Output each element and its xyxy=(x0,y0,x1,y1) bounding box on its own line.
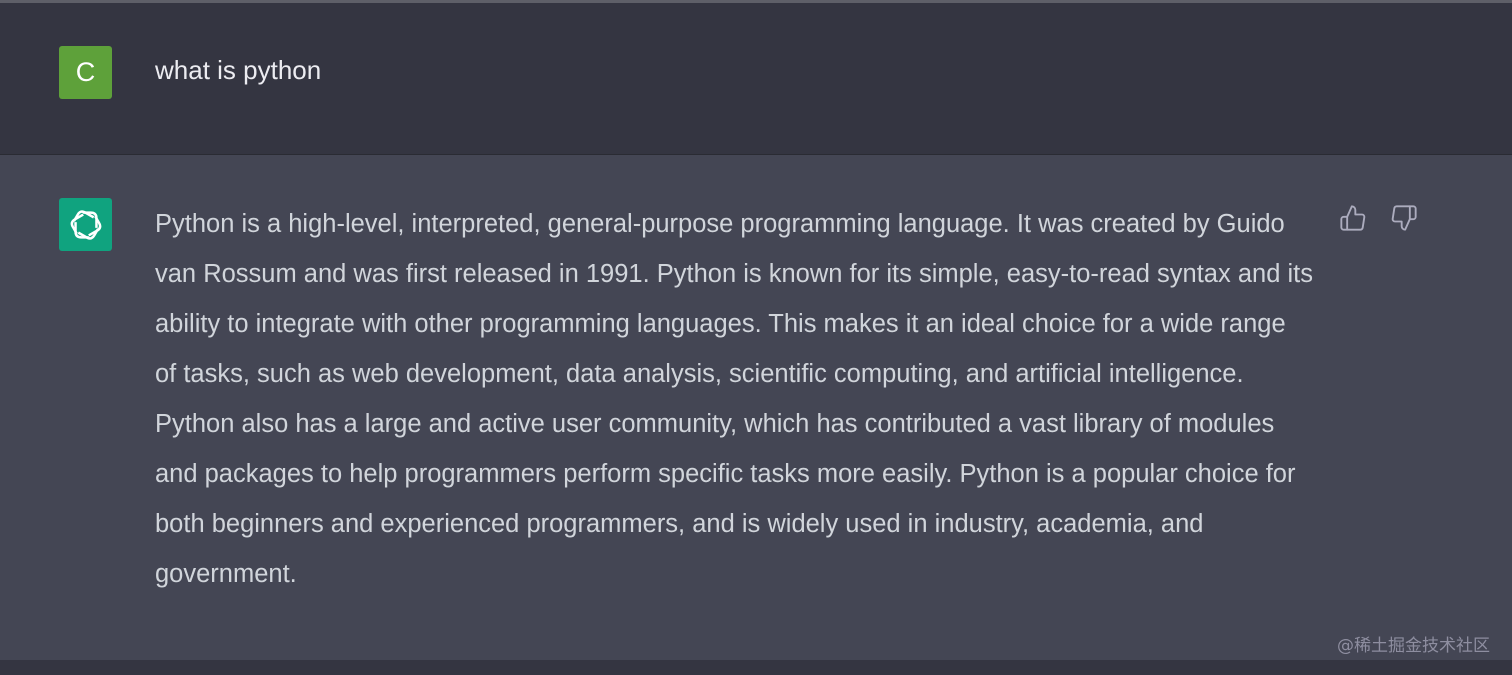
thumbs-up-icon xyxy=(1340,205,1366,231)
bottom-strip xyxy=(0,660,1512,675)
assistant-avatar xyxy=(59,198,112,251)
assistant-message-row: Python is a high-level, interpreted, gen… xyxy=(0,155,1512,660)
assistant-message-text: Python is a high-level, interpreted, gen… xyxy=(155,210,1313,588)
watermark: @稀土掘金技术社区 xyxy=(1337,636,1490,656)
thumbs-down-button[interactable] xyxy=(1389,203,1419,233)
user-message-row: C what is python xyxy=(0,3,1512,154)
thumbs-down-icon xyxy=(1391,205,1417,231)
openai-logo-icon xyxy=(70,209,101,240)
user-avatar: C xyxy=(59,46,112,99)
thumbs-up-button[interactable] xyxy=(1338,203,1368,233)
user-message-text: what is python xyxy=(155,55,322,85)
